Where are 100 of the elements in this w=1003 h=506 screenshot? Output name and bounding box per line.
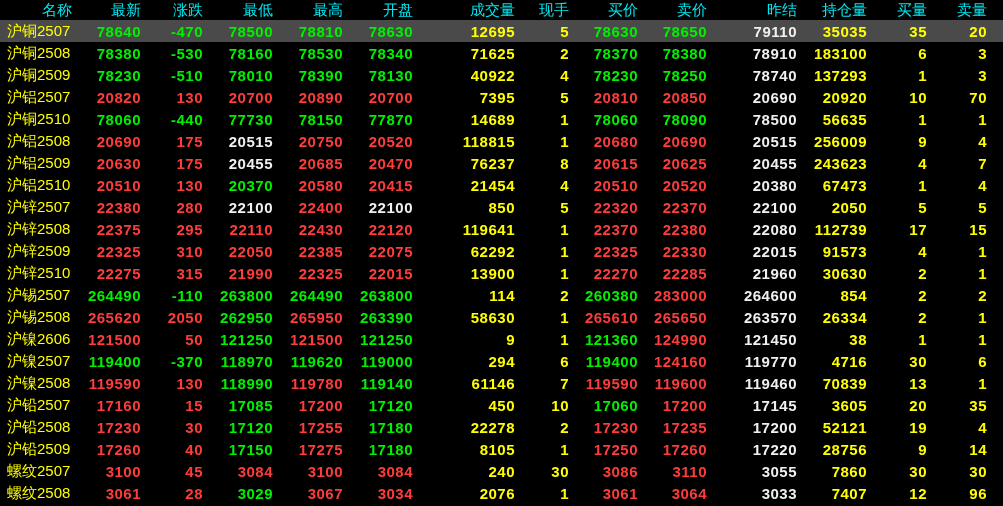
- table-cell: 17200: [662, 396, 707, 414]
- table-row[interactable]: 沪锌2510 22275 315 21990 22325 22015 13900 1 22270 22285 21960 30630 2 1: [0, 262, 1003, 284]
- column-header[interactable]: 最高: [313, 0, 343, 20]
- table-cell: 130: [176, 176, 203, 194]
- table-cell: 3086: [602, 462, 638, 480]
- table-cell: 22370: [662, 198, 707, 216]
- table-cell: 20380: [752, 176, 797, 194]
- table-row[interactable]: 沪铜2509 78230 -510 78010 78390 78130 40922 4 78230 78250 78740 137293 1 3: [0, 64, 1003, 86]
- table-cell: 78250: [662, 66, 707, 84]
- column-header[interactable]: 买价: [608, 0, 638, 20]
- table-cell: 78150: [298, 110, 343, 128]
- table-row[interactable]: 沪铜2507 78640 -470 78500 78810 78630 12695 5 78630 78650 79110 35035 35 20: [0, 20, 1003, 42]
- table-cell: 3061: [105, 484, 141, 502]
- table-cell: 17260: [662, 440, 707, 458]
- contract-name: 沪锌2507: [6, 197, 71, 217]
- table-row[interactable]: 沪铝2508 20690 175 20515 20750 20520 118815 1 20680 20690 20515 256009 9 4: [0, 130, 1003, 152]
- table-cell: 20920: [822, 88, 867, 106]
- table-cell: 20: [969, 22, 987, 40]
- table-row[interactable]: 沪锡2508 265620 2050 262950 265950 263390 58630 1 265610 265650 263570 26334 2 1: [0, 306, 1003, 328]
- table-row[interactable]: 沪铅2509 17260 40 17150 17275 17180 8105 1 17250 17260 17220 28756 9 14: [0, 438, 1003, 460]
- table-cell: 118970: [220, 352, 273, 370]
- table-cell: 2: [918, 308, 927, 326]
- contract-name: 沪锡2508: [6, 307, 71, 327]
- column-header[interactable]: 涨跌: [173, 0, 203, 20]
- table-cell: 17180: [368, 440, 413, 458]
- table-cell: 4: [918, 242, 927, 260]
- column-header[interactable]: 现手: [539, 0, 569, 20]
- table-row[interactable]: 沪铅2507 17160 15 17085 17200 17120 450 10 17060 17200 17145 3605 20 35: [0, 394, 1003, 416]
- table-cell: 17230: [593, 418, 638, 436]
- table-row[interactable]: 沪铜2510 78060 -440 77730 78150 77870 14689 1 78060 78090 78500 56635 1 1: [0, 108, 1003, 130]
- table-cell: 78630: [593, 22, 638, 40]
- table-cell: 119641: [462, 220, 515, 238]
- table-cell: 3029: [237, 484, 273, 502]
- table-cell: 78810: [298, 22, 343, 40]
- table-cell: 10: [551, 396, 569, 414]
- table-cell: 9: [506, 330, 515, 348]
- table-row[interactable]: 沪铅2508 17230 30 17120 17255 17180 22278 2 17230 17235 17200 52121 19 4: [0, 416, 1003, 438]
- table-row[interactable]: 沪锌2507 22380 280 22100 22400 22100 850 5 22320 22370 22100 2050 5 5: [0, 196, 1003, 218]
- table-row[interactable]: 沪铝2507 20820 130 20700 20890 20700 7395 5 20810 20850 20690 20920 10 70: [0, 86, 1003, 108]
- table-cell: 119780: [290, 374, 343, 392]
- table-row[interactable]: 螺纹2507 3100 45 3084 3100 3084 240 30 3086 3110 3055 7860 30 30: [0, 460, 1003, 482]
- table-cell: 28: [185, 484, 203, 502]
- table-cell: 20890: [298, 88, 343, 106]
- table-cell: 35035: [822, 22, 867, 40]
- table-cell: 4: [978, 176, 987, 194]
- table-cell: 30: [551, 462, 569, 480]
- table-cell: 61146: [471, 374, 515, 392]
- table-cell: 19: [909, 418, 927, 436]
- column-header[interactable]: 买量: [897, 0, 927, 20]
- table-row[interactable]: 沪铜2508 78380 -530 78160 78530 78340 71625 2 78370 78380 78910 183100 6 3: [0, 42, 1003, 64]
- table-row[interactable]: 沪镍2606 121500 50 121250 121500 121250 9 1 121360 124990 121450 38 1 1: [0, 328, 1003, 350]
- table-cell: 119590: [88, 374, 141, 392]
- table-cell: 265650: [653, 308, 707, 326]
- table-row[interactable]: 沪锌2508 22375 295 22110 22430 22120 119641 1 22370 22380 22080 112739 17 15: [0, 218, 1003, 240]
- column-header[interactable]: 名称: [42, 0, 80, 20]
- column-header[interactable]: 开盘: [383, 0, 413, 20]
- table-row[interactable]: 沪铝2510 20510 130 20370 20580 20415 21454 4 20510 20520 20380 67473 1 4: [0, 174, 1003, 196]
- table-cell: 45: [185, 462, 203, 480]
- column-header[interactable]: 成交量: [470, 0, 515, 20]
- table-cell: 121250: [359, 330, 413, 348]
- table-row[interactable]: 沪锡2507 264490 -110 263800 264490 263800 114 2 260380 283000 264600 854 2 2: [0, 284, 1003, 306]
- table-row[interactable]: 沪镍2507 119400 -370 118970 119620 119000 294 6 119400 124160 119770 4716 30 6: [0, 350, 1003, 372]
- table-cell: 78500: [752, 110, 797, 128]
- table-row[interactable]: 沪镍2508 119590 130 118990 119780 119140 61146 7 119590 119600 119460 70839 13 1: [0, 372, 1003, 394]
- table-cell: 1: [560, 220, 569, 238]
- table-cell: 78160: [228, 44, 273, 62]
- contract-name: 沪铅2507: [6, 395, 71, 415]
- table-cell: 20510: [593, 176, 638, 194]
- table-cell: 5: [560, 22, 569, 40]
- table-cell: 310: [176, 242, 203, 260]
- table-row[interactable]: 沪铝2509 20630 175 20455 20685 20470 76237 8 20615 20625 20455 243623 4 7: [0, 152, 1003, 174]
- table-cell: 50: [185, 330, 203, 348]
- table-row[interactable]: 沪锌2509 22325 310 22050 22385 22075 62292 1 22325 22330 22015 91573 4 1: [0, 240, 1003, 262]
- contract-name: 沪铜2508: [6, 43, 71, 63]
- table-cell: 3084: [237, 462, 273, 480]
- table-cell: 35: [969, 396, 987, 414]
- table-cell: 70: [969, 88, 987, 106]
- table-row[interactable]: 螺纹2508 3061 28 3029 3067 3034 2076 1 3061 3064 3033 7407 12 96: [0, 482, 1003, 504]
- column-header[interactable]: 昨结: [767, 0, 797, 20]
- table-cell: 78500: [228, 22, 273, 40]
- table-cell: 40: [185, 440, 203, 458]
- table-cell: 2: [560, 418, 569, 436]
- table-cell: 22375: [96, 220, 141, 238]
- table-cell: 17230: [96, 418, 141, 436]
- table-cell: 22330: [662, 242, 707, 260]
- table-cell: 78390: [298, 66, 343, 84]
- table-cell: 1: [918, 66, 927, 84]
- table-cell: 78380: [662, 44, 707, 62]
- table-cell: 20685: [298, 154, 343, 172]
- column-header[interactable]: 最低: [243, 0, 273, 20]
- column-header[interactable]: 持仓量: [822, 0, 867, 20]
- table-cell: 12695: [470, 22, 515, 40]
- table-cell: 175: [176, 132, 203, 150]
- table-cell: 20: [909, 396, 927, 414]
- table-cell: 22380: [96, 198, 141, 216]
- table-cell: 2076: [479, 484, 515, 502]
- column-header[interactable]: 卖量: [957, 0, 987, 20]
- column-header[interactable]: 最新: [111, 0, 141, 20]
- table-cell: 4: [560, 176, 569, 194]
- column-header[interactable]: 卖价: [677, 0, 707, 20]
